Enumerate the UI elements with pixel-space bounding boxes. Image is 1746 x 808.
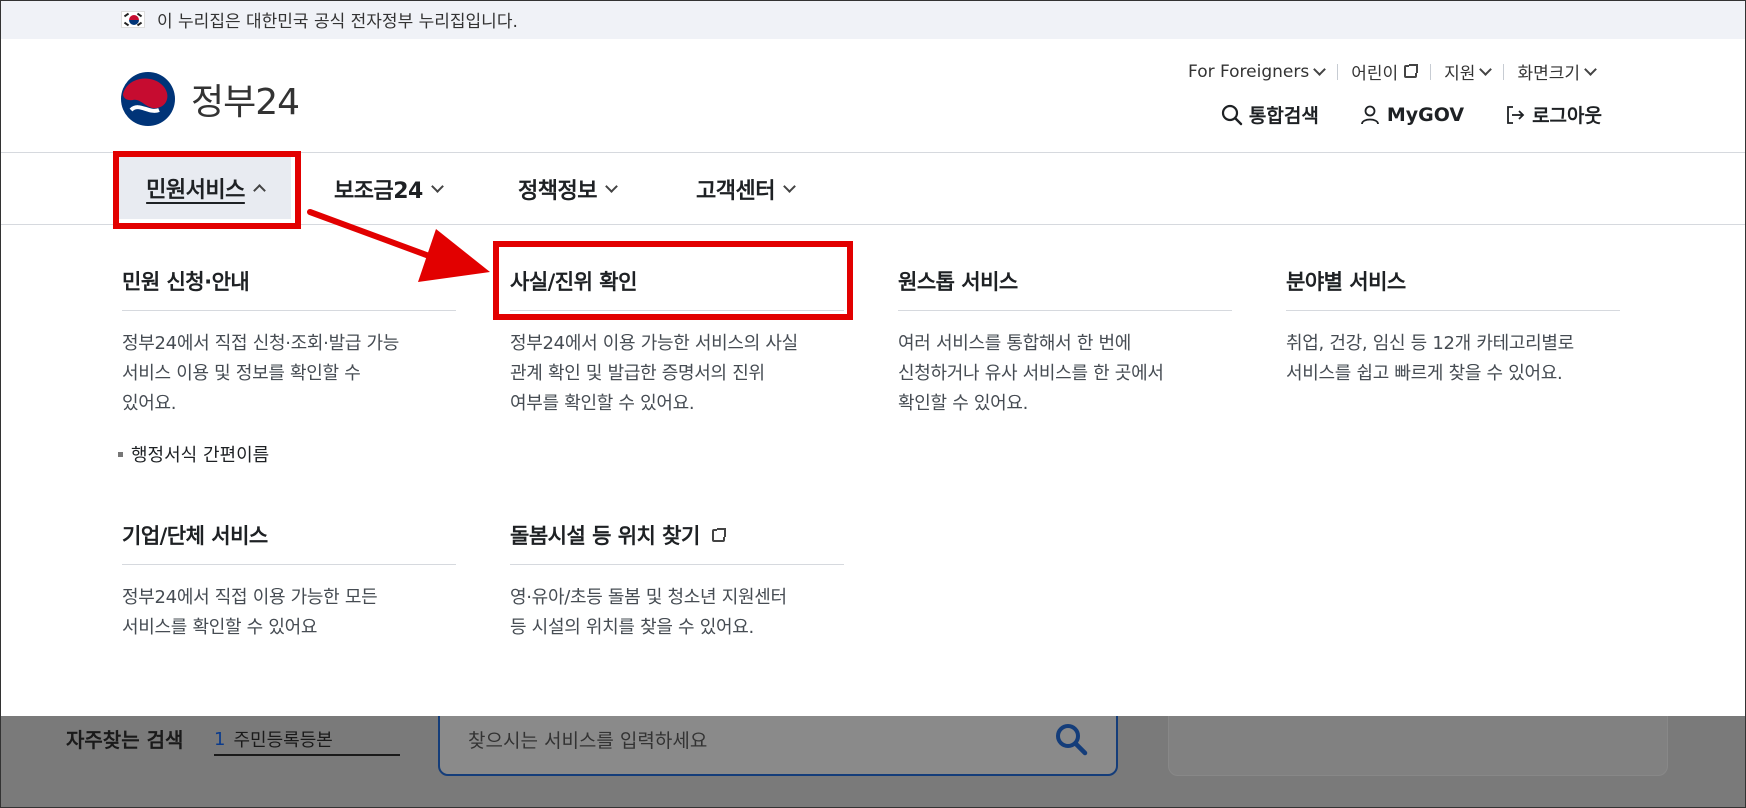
red-arrow-annotation — [307, 209, 490, 282]
